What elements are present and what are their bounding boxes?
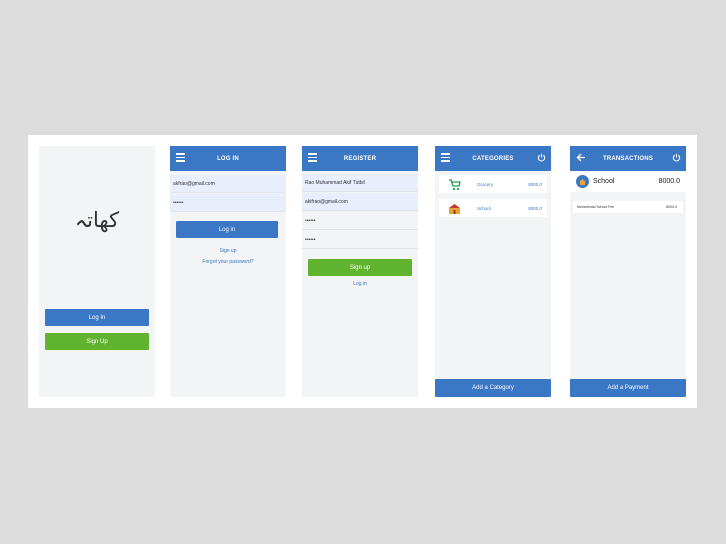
cart-icon <box>448 178 461 196</box>
category-item-school[interactable]: School 8000.0 <box>439 199 547 217</box>
categories-screen: CATEGORIES Grocery 8000.0 School 8000.0 … <box>435 146 551 397</box>
login-button[interactable]: Log In <box>45 309 149 326</box>
transactions-screen: TRANSACTIONS School 8000.0 Muhammad Scho… <box>570 146 686 397</box>
login-title: LOG IN <box>217 155 239 162</box>
forgot-password-link[interactable]: Forgot your password? <box>170 259 286 265</box>
register-screen: REGISTER Rao Muhammad Akif Tutbil akifra… <box>302 146 418 397</box>
category-name: School <box>593 178 615 185</box>
transactions-title: TRANSACTIONS <box>602 155 654 162</box>
category-total: 8000.0 <box>658 178 680 185</box>
category-item-grocery[interactable]: Grocery 8000.0 <box>439 175 547 193</box>
signup-submit-button[interactable]: Sign up <box>308 259 412 276</box>
table-row[interactable]: Muhammad School Fee 8000.0 <box>573 201 683 213</box>
app-logo: کھاتہ <box>74 208 120 232</box>
category-summary: School 8000.0 <box>570 171 686 192</box>
transactions-header: TRANSACTIONS <box>570 146 686 171</box>
password-field[interactable]: •••••• <box>302 212 418 230</box>
categories-title: CATEGORIES <box>472 155 514 162</box>
power-icon[interactable] <box>537 153 546 164</box>
login-link[interactable]: Log in <box>302 281 418 287</box>
school-icon <box>448 202 461 220</box>
school-icon <box>576 175 589 188</box>
category-name: School <box>477 205 491 211</box>
power-icon[interactable] <box>672 153 681 164</box>
name-field[interactable]: Rao Muhammad Akif Tutbil <box>302 174 418 192</box>
login-submit-button[interactable]: Log in <box>176 221 278 238</box>
category-name: Grocery <box>477 181 494 187</box>
back-arrow-icon[interactable] <box>576 153 586 164</box>
menu-icon[interactable] <box>441 153 450 164</box>
welcome-screen: کھاتہ Log In Sign Up <box>39 146 155 397</box>
register-title: REGISTER <box>343 155 377 162</box>
signup-button[interactable]: Sign Up <box>45 333 149 350</box>
category-amount: 8000.0 <box>528 205 542 211</box>
email-field[interactable]: akifrao@gmail.com <box>302 193 418 211</box>
transaction-description: Muhammad School Fee <box>577 205 615 209</box>
register-header: REGISTER <box>302 146 418 171</box>
password-field[interactable]: •••••• <box>170 194 286 212</box>
add-payment-button[interactable]: Add a Payment <box>570 379 686 397</box>
login-header: LOG IN <box>170 146 286 171</box>
category-amount: 8000.0 <box>528 181 542 187</box>
menu-icon[interactable] <box>308 153 317 164</box>
add-category-button[interactable]: Add a Category <box>435 379 551 397</box>
email-field[interactable]: akfrao@gmail.com <box>170 175 286 193</box>
login-screen: LOG IN akfrao@gmail.com •••••• Log in Si… <box>170 146 286 397</box>
confirm-password-field[interactable]: •••••• <box>302 231 418 249</box>
signup-link[interactable]: Sign up <box>170 248 286 254</box>
transaction-amount: 8000.0 <box>666 205 677 209</box>
menu-icon[interactable] <box>176 153 185 164</box>
categories-header: CATEGORIES <box>435 146 551 171</box>
